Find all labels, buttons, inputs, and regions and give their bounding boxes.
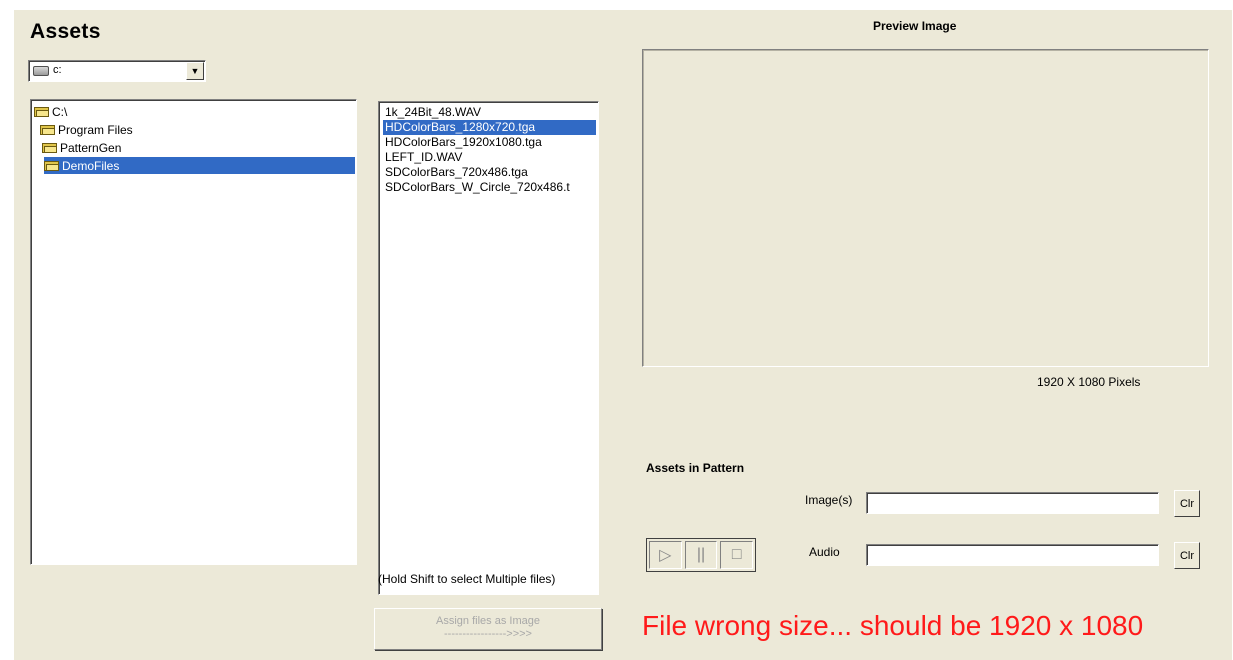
assign-button-label: Assign files as Image [436,615,540,627]
tree-item-c-root[interactable]: C:\ [34,103,67,120]
images-field[interactable] [866,492,1159,514]
drive-select-value: c: [53,64,62,76]
drive-icon [33,66,49,76]
tree-item-demofiles[interactable]: DemoFiles [44,157,355,174]
audio-label: Audio [809,545,840,559]
error-message: File wrong size... should be 1920 x 1080 [642,610,1144,641]
play-icon[interactable]: ▷ [649,541,682,569]
tree-item-label: PatternGen [60,140,122,155]
file-list-item[interactable]: HDColorBars_1920x1080.tga [383,135,544,150]
clear-audio-button[interactable]: Clr [1174,542,1200,569]
folder-open-icon [44,160,60,172]
stop-icon[interactable]: □ [720,541,754,569]
drive-select[interactable]: c: ▼ [28,60,206,82]
assign-button-arrow: ----------------->>>> [444,628,532,640]
preview-title: Preview Image [873,19,957,33]
images-label: Image(s) [805,493,853,507]
tree-item-program-files[interactable]: Program Files [40,121,133,138]
folder-tree[interactable]: C:\ Program Files PatternGen DemoFiles [30,99,357,565]
folder-open-icon [34,106,50,118]
tree-item-patterngen[interactable]: PatternGen [42,139,121,156]
image-dimensions: 1920 X 1080 Pixels [1037,375,1141,389]
assign-image-button[interactable]: Assign files as Image ----------------->… [374,608,602,650]
file-list-item-selected[interactable]: HDColorBars_1280x720.tga [383,120,596,135]
assets-in-pattern-title: Assets in Pattern [646,461,745,475]
folder-open-icon [40,124,56,136]
tree-item-label: DemoFiles [62,158,120,173]
pattern-gen-panel: Assets c: ▼ C:\ Program Files PatternGen… [14,10,1232,660]
file-list-item[interactable]: SDColorBars_720x486.tga [383,165,530,180]
tree-item-label: C:\ [52,104,68,119]
file-list-item[interactable]: 1k_24Bit_48.WAV [383,105,483,120]
assets-title: Assets [30,20,101,43]
chevron-down-icon[interactable]: ▼ [186,62,204,80]
tree-item-label: Program Files [58,122,133,137]
file-list-item[interactable]: LEFT_ID.WAV [383,150,464,165]
audio-field[interactable] [866,544,1159,566]
folder-open-icon [42,142,58,154]
transport-controls: ▷ || □ [646,538,756,572]
clear-images-button[interactable]: Clr [1174,490,1200,517]
multi-select-hint: (Hold Shift to select Multiple files) [378,572,556,586]
file-list-item[interactable]: SDColorBars_W_Circle_720x486.t [383,180,572,195]
preview-image-area [642,49,1209,367]
pause-icon[interactable]: || [684,541,718,569]
file-list[interactable]: 1k_24Bit_48.WAV HDColorBars_1280x720.tga… [378,101,599,595]
